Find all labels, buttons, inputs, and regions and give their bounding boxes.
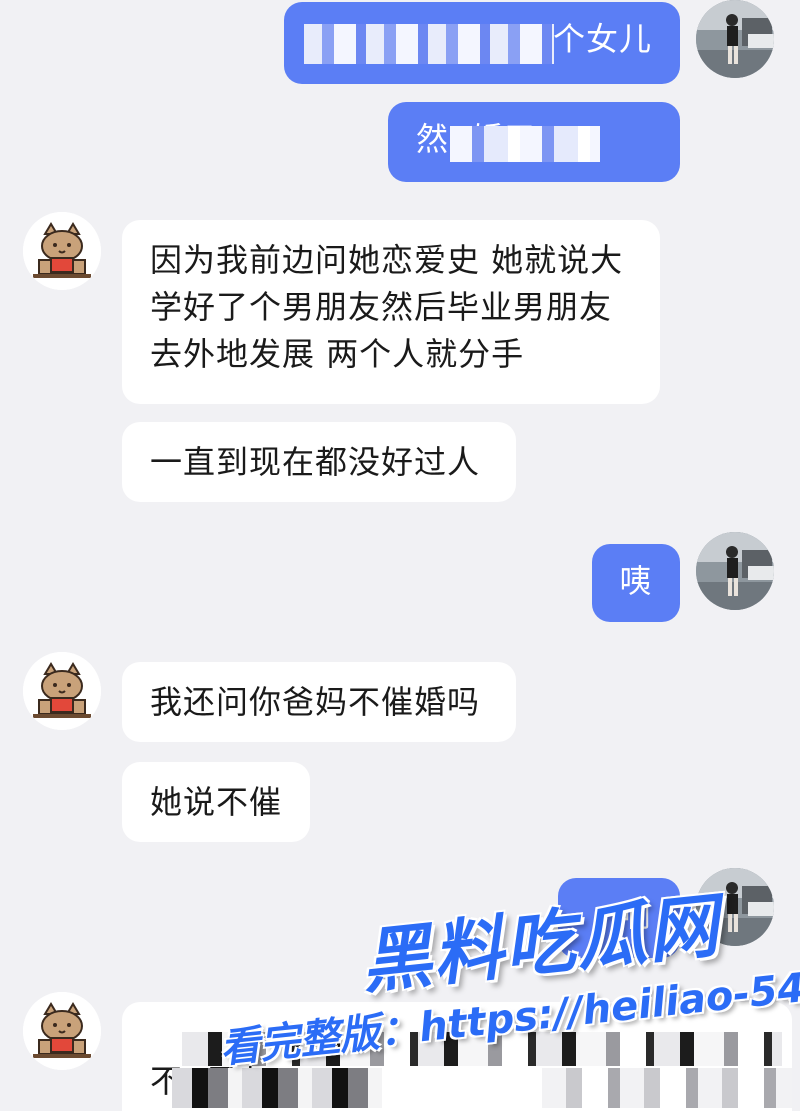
cat-reading-avatar-icon: [23, 212, 101, 290]
cat-reading-avatar-icon: [23, 652, 101, 730]
chat-thread: 个女儿 然 婚了: [0, 0, 800, 1111]
message-text: 一直到现在都没好过人: [150, 443, 481, 481]
outgoing-message-bubble[interactable]: 然 婚了: [388, 102, 680, 182]
message-text: 我还问你爸妈不催婚吗: [150, 683, 481, 721]
incoming-message-bubble[interactable]: 我还问你爸妈不催婚吗: [122, 662, 516, 742]
outgoing-avatar[interactable]: [696, 532, 774, 610]
girl-street-photo-avatar-icon: [696, 0, 774, 78]
incoming-message-bubble[interactable]: 一直到现在都没好过人: [122, 422, 516, 502]
message-text: 咦: [619, 562, 653, 600]
incoming-avatar[interactable]: [23, 992, 101, 1070]
girl-street-photo-avatar-icon: [696, 532, 774, 610]
cat-reading-avatar-icon: [23, 992, 101, 1070]
message-text: 她说不催: [150, 783, 283, 821]
pixelated-redaction: [172, 1068, 382, 1108]
incoming-avatar[interactable]: [23, 212, 101, 290]
incoming-avatar[interactable]: [23, 652, 101, 730]
pixelated-redaction: [304, 24, 554, 64]
outgoing-message-bubble[interactable]: 个女儿: [284, 2, 680, 84]
message-text: 个女儿: [552, 20, 652, 58]
incoming-message-bubble[interactable]: 她说不催: [122, 762, 310, 842]
outgoing-message-bubble[interactable]: 咦: [592, 544, 680, 622]
incoming-message-bubble[interactable]: 因为我前边问她恋爱史 她就说大学好了个男朋友然后毕业男朋友去外地发展 两个人就分…: [122, 220, 660, 404]
pixelated-redaction: [542, 1068, 792, 1108]
outgoing-avatar[interactable]: [696, 0, 774, 78]
pixelated-redaction: [450, 126, 600, 162]
message-text: 因为我前边问她恋爱史 她就说大学好了个男朋友然后毕业男朋友去外地发展 两个人就分…: [150, 241, 624, 373]
